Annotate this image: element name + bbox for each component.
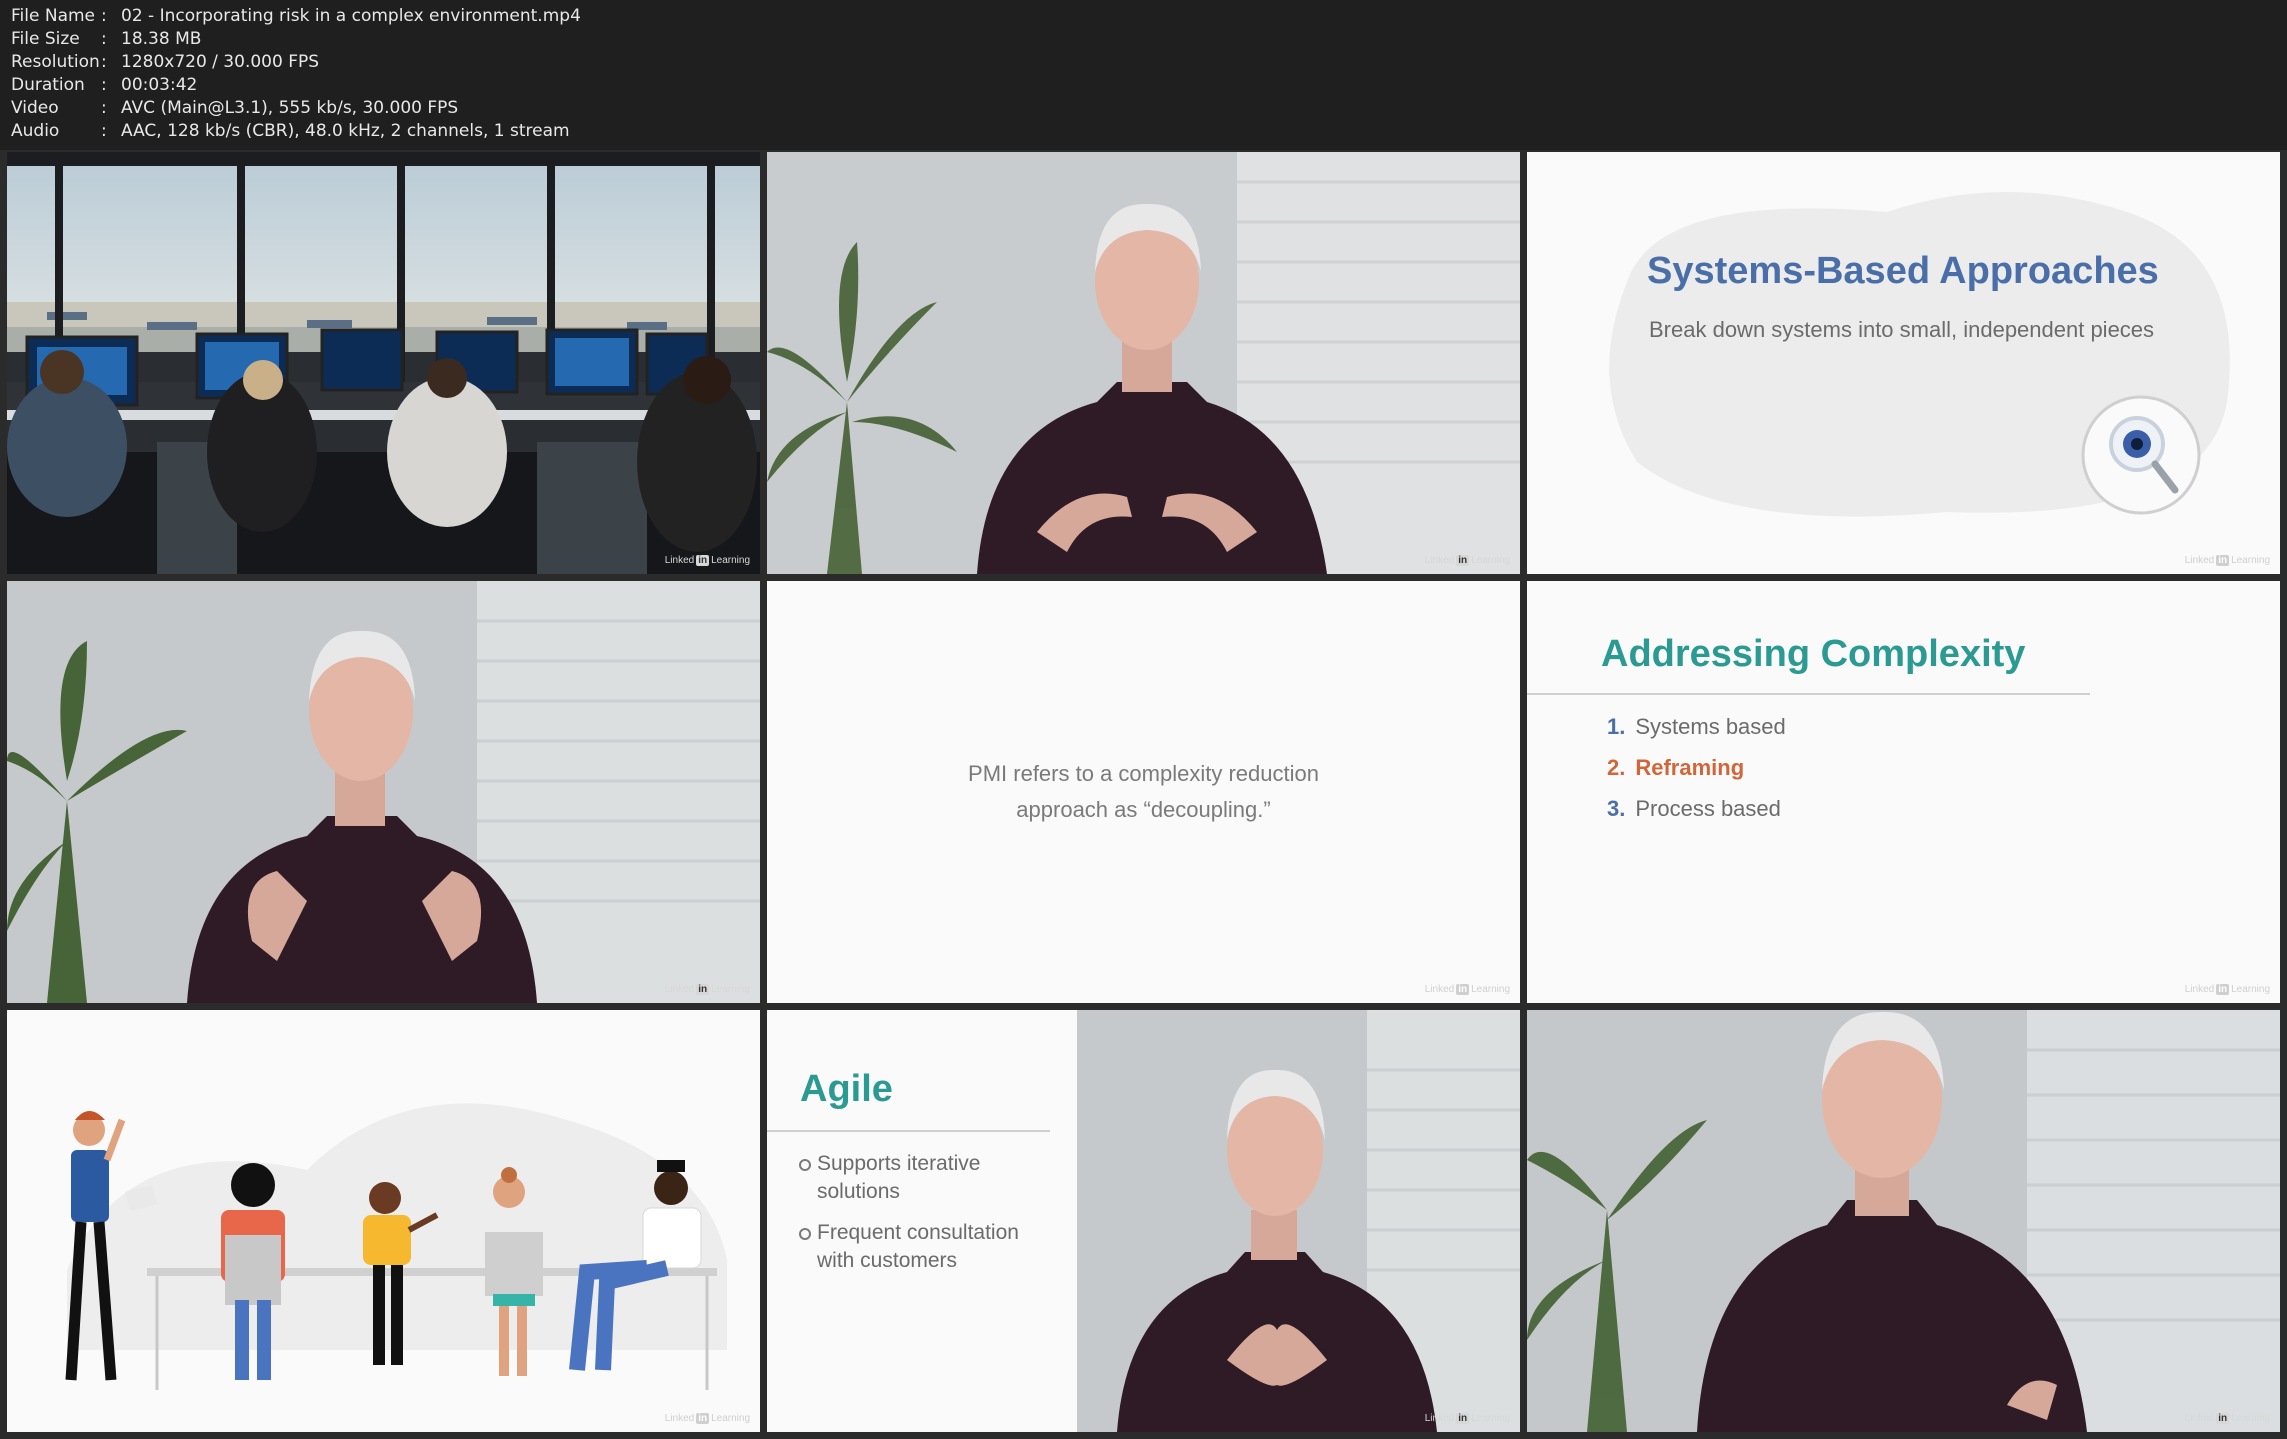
info-key: File Size — [11, 29, 80, 49]
info-sep: : — [101, 98, 107, 118]
file-info-header: File Name : 02 - Incorporating risk in a… — [0, 0, 2287, 150]
magnifier-eye-icon — [2081, 395, 2201, 515]
watermark: Linked in Learning — [1424, 984, 1510, 995]
info-key: Video — [11, 98, 59, 118]
slide-line: approach as “decoupling.” — [1016, 797, 1271, 822]
team-illustration — [65, 1103, 727, 1390]
slide-pmi-decoupling[interactable]: PMI refers to a complexity reduction app… — [767, 581, 1520, 1003]
slide-team-illustration[interactable]: Linked in Learning — [7, 1010, 760, 1432]
info-key: Resolution — [11, 52, 100, 72]
slide-systems-based[interactable]: Systems-Based Approaches Break down syst… — [1527, 152, 2280, 574]
title-divider — [767, 1130, 1050, 1132]
slide-title: Agile — [800, 1068, 893, 1110]
info-sep: : — [101, 6, 107, 26]
list-label: Systems based — [1635, 714, 1786, 739]
thumb-control-tower[interactable]: Linked in Learning — [7, 152, 760, 574]
info-key: Duration — [11, 75, 85, 95]
title-divider — [1527, 693, 2090, 695]
list-number: 2. — [1607, 755, 1626, 780]
control-tower-image — [7, 152, 760, 574]
info-value: 18.38 MB — [121, 29, 202, 49]
info-sep: : — [101, 75, 107, 95]
bullet-line: solutions — [817, 1180, 900, 1203]
info-value: AVC (Main@L3.1), 555 kb/s, 30.000 FPS — [121, 98, 459, 118]
info-sep: : — [101, 52, 107, 72]
info-sep: : — [101, 121, 107, 141]
info-key: Audio — [11, 121, 60, 141]
thumb-presenter-1[interactable]: Linked in Learning — [767, 152, 1520, 574]
slide-body: PMI refers to a complexity reduction app… — [767, 756, 1520, 828]
info-key: File Name — [11, 6, 96, 26]
watermark: Linked in Learning — [664, 984, 750, 995]
slide-addressing-complexity[interactable]: Addressing Complexity 1. Systems based 2.… — [1527, 581, 2280, 1003]
watermark: Linked in Learning — [2184, 984, 2270, 995]
person-1 — [7, 377, 127, 517]
list-label: Reframing — [1635, 755, 1745, 780]
list-item: 1. Systems based — [1607, 714, 1786, 740]
watermark: Linked in Learning — [664, 1413, 750, 1424]
bullet-line: Frequent consultation — [817, 1221, 1019, 1244]
list-item: 3. Process based — [1607, 796, 1781, 822]
watermark: Linked in Learning — [664, 555, 750, 566]
watermark: Linked in Learning — [2184, 1413, 2270, 1424]
info-value: 02 - Incorporating risk in a complex env… — [121, 6, 581, 26]
bullet-line: with customers — [817, 1249, 958, 1272]
thumb-presenter-2[interactable]: Linked in Learning — [7, 581, 760, 1003]
list-number: 1. — [1607, 714, 1626, 739]
slide-agile[interactable]: Agile Supports iterative solutions Frequ… — [767, 1010, 1520, 1432]
presenter-image — [767, 152, 1520, 574]
watermark: Linked in Learning — [2184, 555, 2270, 566]
info-value: AAC, 128 kb/s (CBR), 48.0 kHz, 2 channel… — [121, 121, 570, 141]
thumb-presenter-3[interactable]: Linked in Learning — [1527, 1010, 2280, 1432]
bullet-item: Frequent consultation with customers — [799, 1219, 1062, 1275]
presenter-image — [1527, 1010, 2280, 1432]
watermark: Linked in Learning — [1424, 555, 1510, 566]
bullet-item: Supports iterative solutions — [799, 1150, 1062, 1206]
list-label: Process based — [1635, 796, 1781, 821]
list-item-highlighted: 2. Reframing — [1607, 755, 1744, 781]
presenter-image — [7, 581, 760, 1003]
slide-line: PMI refers to a complexity reduction — [968, 761, 1319, 786]
slide-title: Addressing Complexity — [1601, 633, 2026, 675]
person-3 — [387, 377, 507, 527]
watermark: Linked in Learning — [1424, 1413, 1510, 1424]
bullet-line: Supports iterative — [817, 1152, 981, 1175]
info-value: 1280x720 / 30.000 FPS — [121, 52, 320, 72]
info-value: 00:03:42 — [121, 75, 198, 95]
list-number: 3. — [1607, 796, 1626, 821]
info-sep: : — [101, 29, 107, 49]
